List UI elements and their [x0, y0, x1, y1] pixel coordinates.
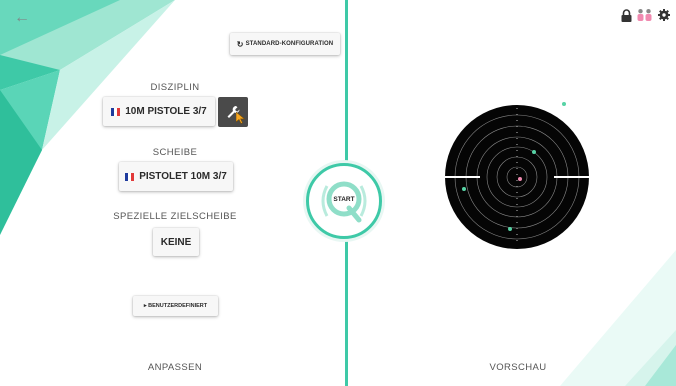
- shot-marker: [462, 187, 466, 191]
- discipline-value: 10M PISTOLE 3/7: [125, 106, 207, 117]
- france-flag-icon: [111, 107, 121, 116]
- target-preview: [445, 102, 589, 249]
- back-arrow-icon[interactable]: ←: [12, 8, 32, 28]
- users-icon[interactable]: [636, 8, 654, 22]
- shot-marker: [508, 227, 512, 231]
- start-button[interactable]: START: [306, 163, 382, 239]
- standard-config-button[interactable]: ↻ STANDARD-KONFIGURATION: [230, 33, 340, 55]
- vorschau-label: VORSCHAU: [489, 362, 547, 373]
- standard-config-label: STANDARD-KONFIGURATION: [245, 41, 334, 47]
- lock-icon[interactable]: [621, 8, 632, 22]
- special-target-label: SPEZIELLE ZIELSCHEIBE: [113, 211, 237, 222]
- target-label: SCHEIBE: [152, 147, 198, 158]
- shot-marker: [518, 177, 522, 181]
- special-target-button[interactable]: KEINE: [153, 228, 199, 256]
- france-flag-icon: [125, 172, 135, 181]
- custom-button[interactable]: ▸ BENUTZERDEFINIERT: [133, 296, 218, 316]
- discipline-select-button[interactable]: 10M PISTOLE 3/7: [103, 97, 215, 126]
- shot-marker: [562, 102, 566, 106]
- gear-icon[interactable]: [658, 9, 670, 21]
- cursor-icon: [236, 112, 246, 124]
- shot-marker: [532, 150, 536, 154]
- reset-icon: ↻: [236, 39, 244, 49]
- status-icons: [621, 8, 670, 22]
- anpassen-label: ANPASSEN: [147, 362, 203, 373]
- discipline-label: DISZIPLIN: [150, 82, 200, 93]
- discipline-settings-button[interactable]: [218, 97, 248, 127]
- start-label: START: [333, 196, 355, 203]
- target-select-button[interactable]: PISTOLET 10M 3/7: [119, 162, 233, 191]
- target-value: PISTOLET 10M 3/7: [139, 171, 227, 182]
